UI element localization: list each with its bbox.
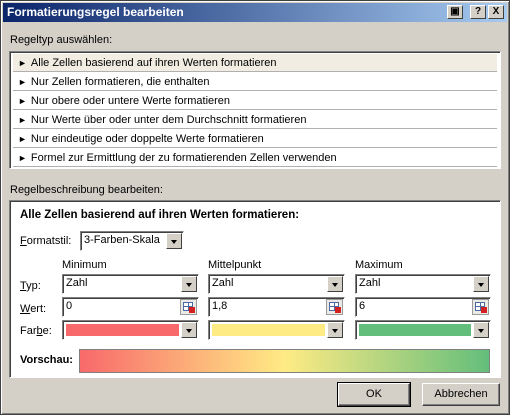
preview-label: Vorschau:	[20, 354, 73, 366]
minimum-type-dropdown[interactable]: Zahl	[62, 274, 199, 294]
midpoint-color-swatch	[212, 324, 325, 336]
rule-type-list[interactable]: ► Alle Zellen basierend auf ihren Werten …	[9, 51, 501, 169]
minimum-value-input[interactable]: 0	[62, 297, 199, 317]
minimum-color-dropdown[interactable]	[62, 320, 199, 340]
help-button[interactable]: ?	[470, 5, 486, 19]
chevron-down-icon[interactable]	[473, 276, 489, 292]
midpoint-header: Mittelpunkt	[208, 259, 262, 271]
maximum-type-value: Zahl	[359, 277, 381, 289]
list-item-label: Nur eindeutige oder doppelte Werte forma…	[30, 133, 264, 145]
ok-button[interactable]: OK	[337, 382, 411, 407]
maximum-color-swatch	[359, 324, 471, 336]
chevron-down-icon[interactable]	[181, 276, 197, 292]
rule-type-item-unique-duplicate[interactable]: ► Nur eindeutige oder doppelte Werte form…	[13, 130, 497, 148]
minimum-type-value: Zahl	[66, 277, 88, 289]
rule-description-label: Regelbeschreibung bearbeiten:	[10, 184, 163, 196]
midpoint-type-value: Zahl	[212, 277, 234, 289]
midpoint-value-text: 1,8	[212, 300, 228, 312]
triangle-right-icon: ►	[18, 153, 27, 163]
list-item-label: Nur Zellen formatieren, die enthalten	[30, 76, 210, 88]
midpoint-color-dropdown[interactable]	[208, 320, 345, 340]
minimum-value-text: 0	[66, 300, 73, 312]
list-item-label: Nur Werte über oder unter dem Durchschni…	[30, 114, 307, 126]
dialog-window: Formatierungsregel bearbeiten ▣ ? X Rege…	[0, 0, 510, 415]
close-icon: X	[492, 6, 500, 17]
rule-type-item-average[interactable]: ► Nur Werte über oder unter dem Durchschn…	[13, 111, 497, 129]
chevron-down-icon[interactable]	[327, 322, 343, 338]
chevron-down-icon[interactable]	[473, 322, 489, 338]
help-icon: ?	[474, 6, 482, 17]
rule-type-item-all-cells[interactable]: ► Alle Zellen basierend auf ihren Werten …	[13, 54, 497, 72]
maximum-type-dropdown[interactable]: Zahl	[355, 274, 491, 294]
cell-reference-icon[interactable]	[326, 299, 343, 315]
maximum-color-dropdown[interactable]	[355, 320, 491, 340]
format-style-label: Formatstil:	[20, 235, 72, 247]
maximum-header: Maximum	[355, 259, 403, 271]
chevron-down-icon[interactable]	[327, 276, 343, 292]
maximum-value-input[interactable]: 6	[355, 297, 491, 317]
format-style-dropdown[interactable]: 3-Farben-Skala	[80, 231, 184, 251]
triangle-right-icon: ►	[18, 58, 27, 68]
triangle-right-icon: ►	[18, 77, 27, 87]
rule-type-label: Regeltyp auswählen:	[10, 34, 113, 46]
chevron-down-icon[interactable]	[166, 233, 182, 249]
close-button[interactable]: X	[488, 5, 504, 19]
format-style-value: 3-Farben-Skala	[84, 234, 160, 246]
cell-reference-icon[interactable]	[180, 299, 197, 315]
midpoint-value-input[interactable]: 1,8	[208, 297, 345, 317]
minimum-header: Minimum	[62, 259, 107, 271]
triangle-right-icon: ►	[18, 115, 27, 125]
title-bar: Formatierungsregel bearbeiten	[3, 3, 507, 22]
rule-type-item-formula[interactable]: ► Formel zur Ermittlung der zu formatiere…	[13, 149, 497, 167]
list-item-label: Formel zur Ermittlung der zu formatieren…	[30, 152, 337, 164]
restore-button[interactable]: ▣	[447, 5, 463, 19]
minimum-color-swatch	[66, 324, 179, 336]
color-row-label: Farbe:	[20, 325, 52, 337]
restore-icon: ▣	[450, 6, 460, 17]
type-row-label: Typ:	[20, 280, 41, 292]
triangle-right-icon: ►	[18, 134, 27, 144]
maximum-value-text: 6	[359, 300, 366, 312]
value-row-label: Wert:	[20, 303, 47, 315]
list-item-label: Alle Zellen basierend auf ihren Werten f…	[30, 57, 277, 69]
dialog-title: Formatierungsregel bearbeiten	[7, 5, 184, 19]
midpoint-type-dropdown[interactable]: Zahl	[208, 274, 345, 294]
preview-gradient	[79, 349, 490, 373]
chevron-down-icon[interactable]	[181, 322, 197, 338]
rule-type-item-contains[interactable]: ► Nur Zellen formatieren, die enthalten	[13, 73, 497, 91]
list-item-label: Nur obere oder untere Werte formatieren	[30, 95, 231, 107]
cancel-button[interactable]: Abbrechen	[422, 383, 500, 406]
rule-type-item-top-bottom[interactable]: ► Nur obere oder untere Werte formatieren	[13, 92, 497, 110]
cell-reference-icon[interactable]	[472, 299, 489, 315]
description-heading: Alle Zellen basierend auf ihren Werten f…	[20, 209, 300, 221]
triangle-right-icon: ►	[18, 96, 27, 106]
